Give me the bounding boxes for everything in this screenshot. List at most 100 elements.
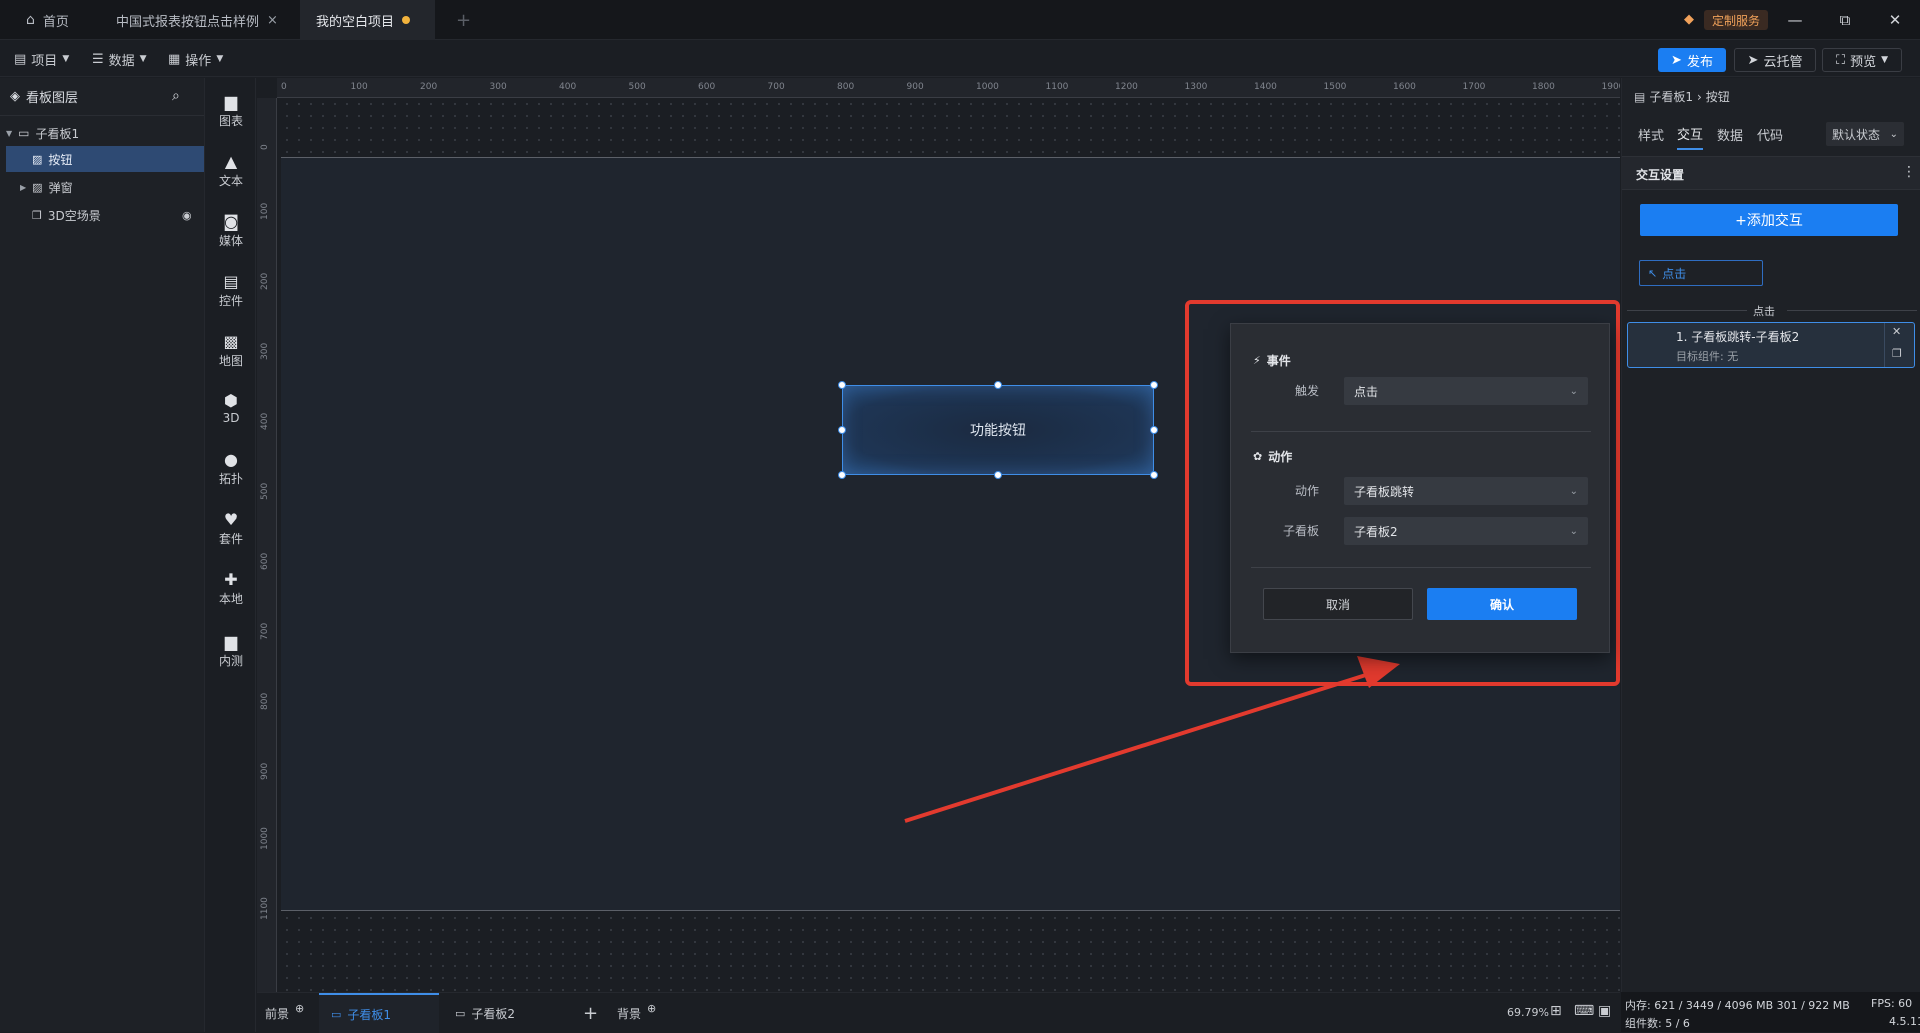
foreground-tab[interactable]: 前景 ⊕ <box>265 993 315 1033</box>
plus-circle-icon[interactable]: ⊕ <box>647 1002 656 1015</box>
board-tab-2[interactable]: ▭ 子看板2 <box>455 993 565 1033</box>
action-label: 动作 <box>1294 484 1319 498</box>
tab-style[interactable]: 样式 <box>1638 118 1664 150</box>
search-icon[interactable]: ⌕ <box>172 88 180 104</box>
rail-kit[interactable]: ♥ 套件 <box>206 504 256 554</box>
publish-button[interactable]: ➤ 发布 <box>1658 48 1726 72</box>
minimize-button[interactable]: — <box>1770 0 1820 40</box>
state-select[interactable]: 默认状态 ⌄ <box>1826 122 1904 146</box>
more-icon[interactable]: ⋮ <box>1902 164 1916 180</box>
rail-local[interactable]: ✚ 本地 <box>206 564 256 614</box>
fullscreen-icon: ⛶ <box>1835 52 1846 68</box>
chevron-down-icon: ▼ <box>216 54 224 64</box>
fit-screen-icon[interactable]: ⊞ <box>1550 1003 1562 1019</box>
restore-button[interactable]: ⧉ <box>1820 0 1870 40</box>
home-icon: ⌂ <box>26 12 35 28</box>
close-window-button[interactable]: ✕ <box>1870 0 1920 40</box>
rail-text[interactable]: ▲ 文本 <box>206 146 256 196</box>
monitor-icon: ▭ <box>331 1007 342 1021</box>
topology-icon: ● <box>224 449 238 469</box>
pointer-icon: ↖ <box>1648 266 1658 280</box>
grid-icon: ▦ <box>168 51 181 67</box>
menu-data[interactable]: ☰ 数据 ▼ <box>92 49 147 69</box>
chevron-down-icon: ⌄ <box>1889 128 1898 140</box>
board-tabs-bar: 前景 ⊕ ▭ 子看板1 ▭ 子看板2 + 背景 ⊕ 69.79% ⊞ ⌨ ▣ <box>257 992 1620 1033</box>
close-icon[interactable]: ✕ <box>1892 325 1901 338</box>
trigger-select[interactable]: 点击 ⌄ <box>1344 377 1588 405</box>
rail-topology[interactable]: ● 拓扑 <box>206 444 256 494</box>
layer-item[interactable]: ❒ 3D空场景 ◉ <box>6 202 204 228</box>
send-icon: ➤ <box>1671 52 1682 68</box>
lightning-icon: ⚡ <box>1253 354 1261 367</box>
rail-chart[interactable]: ▆ 图表 <box>206 86 256 136</box>
breadcrumb: ▤ 子看板1 › 按钮 <box>1634 89 1730 105</box>
board-label: 子看板 <box>1282 524 1319 538</box>
click-event-tag[interactable]: ↖ 点击 <box>1639 260 1763 286</box>
rail-3d[interactable]: ⬢ 3D <box>206 384 256 434</box>
rail-beta[interactable]: ▆ 内测 <box>206 626 256 676</box>
image-icon: ▨ <box>32 180 43 194</box>
unsaved-dot <box>402 16 411 24</box>
cube-icon: ❒ <box>32 208 42 222</box>
section-header: 交互设置 ⋮ <box>1622 156 1920 190</box>
chevron-down-icon: ▼ <box>62 54 70 64</box>
layers-header: ◈ 看板图层 ⌕ <box>0 78 204 116</box>
tab-code[interactable]: 代码 <box>1757 118 1783 150</box>
target-board-select[interactable]: 子看板2 ⌄ <box>1344 517 1588 545</box>
tab-interaction[interactable]: 交互 <box>1677 118 1704 150</box>
layers-panel: ◈ 看板图层 ⌕ ▼ ▭ 子看板1 ▨ 按钮 ▶ ▨ 弹窗 ❒ 3D空场景 ◉ <box>0 78 205 1032</box>
divider <box>1251 567 1591 568</box>
layer-item[interactable]: ▨ 按钮 <box>6 146 204 172</box>
divider <box>1251 431 1591 432</box>
close-icon[interactable]: × <box>267 13 278 28</box>
kit-icon: ♥ <box>223 509 239 529</box>
tab-data[interactable]: 数据 <box>1717 118 1743 150</box>
status-bar: 内存: 621 / 3449 / 4096 MB 301 / 922 MB FP… <box>1621 992 1920 1032</box>
zoom-level[interactable]: 69.79% <box>1507 1006 1549 1019</box>
cancel-button[interactable]: 取消 <box>1263 588 1413 620</box>
monitor-icon: ▭ <box>455 1006 466 1020</box>
database-icon: ☰ <box>92 51 104 67</box>
confirm-button[interactable]: 确认 <box>1427 588 1577 620</box>
cube-icon: ⬢ <box>224 391 238 410</box>
rail-map[interactable]: ▩ 地图 <box>206 326 256 376</box>
menu-operate[interactable]: ▦ 操作 ▼ <box>168 49 223 69</box>
monitor-icon: ▭ <box>18 126 30 140</box>
copy-icon[interactable]: ❐ <box>1892 347 1902 360</box>
rail-media[interactable]: ◙ 媒体 <box>206 206 256 256</box>
eye-off-icon[interactable]: ◉ <box>182 209 192 222</box>
terminal-icon[interactable]: ▣ <box>1598 1003 1611 1019</box>
keyboard-icon[interactable]: ⌨ <box>1574 1003 1594 1019</box>
custom-service-button[interactable]: 定制服务 <box>1704 10 1769 30</box>
cloud-host-button[interactable]: ➤ 云托管 <box>1734 48 1816 72</box>
tab-home[interactable]: ⌂ 首页 <box>10 0 85 40</box>
caret-down-icon[interactable]: ▼ <box>6 129 12 138</box>
board-tab-1[interactable]: ▭ 子看板1 <box>319 993 439 1033</box>
fps-status: FPS: 60 <box>1871 997 1913 1010</box>
preview-button[interactable]: ⛶ 预览 ▼ <box>1822 48 1902 72</box>
layer-item[interactable]: ▼ ▭ 子看板1 <box>6 120 204 146</box>
background-tab[interactable]: 背景 ⊕ <box>617 993 656 1033</box>
menu-bar: ▤ 项目 ▼ ☰ 数据 ▼ ▦ 操作 ▼ ➤ 发布 ➤ 云托管 ⛶ 预览 ▼ <box>0 41 1920 77</box>
bar-chart-icon: ▆ <box>224 631 238 651</box>
rail-control[interactable]: ▤ 控件 <box>206 266 256 316</box>
tab-report-sample[interactable]: 中国式报表按钮点击样例 × <box>100 0 294 40</box>
puzzle-icon: ✚ <box>224 569 238 589</box>
new-tab-button[interactable]: + <box>440 0 487 40</box>
layer-item[interactable]: ▶ ▨ 弹窗 <box>6 174 204 200</box>
action-select[interactable]: 子看板跳转 ⌄ <box>1344 477 1588 505</box>
chevron-down-icon: ▼ <box>1881 55 1889 65</box>
component-rail: ▆ 图表 ▲ 文本 ◙ 媒体 ▤ 控件 ▩ 地图 ⬢ 3D ● 拓扑 ♥ 套件 ✚ 本地 ▆ 内测 <box>206 78 256 1032</box>
tab-blank-project[interactable]: 我的空白项目 <box>300 0 435 40</box>
interaction-card[interactable]: 1. 子看板跳转-子看板2 目标组件: 无 ✕ ❐ <box>1627 322 1915 368</box>
media-icon: ◙ <box>223 211 239 231</box>
menu-project[interactable]: ▤ 项目 ▼ <box>14 49 69 69</box>
control-icon: ▤ <box>223 271 239 291</box>
plus-circle-icon[interactable]: ⊕ <box>295 1002 304 1015</box>
send-icon: ➤ <box>1747 52 1759 68</box>
chevron-down-icon: ⌄ <box>1569 525 1578 537</box>
chevron-down-icon: ⌄ <box>1569 385 1578 397</box>
caret-right-icon[interactable]: ▶ <box>20 183 26 192</box>
add-interaction-button[interactable]: +添加交互 <box>1640 204 1898 236</box>
add-board-button[interactable]: + <box>583 993 598 1033</box>
